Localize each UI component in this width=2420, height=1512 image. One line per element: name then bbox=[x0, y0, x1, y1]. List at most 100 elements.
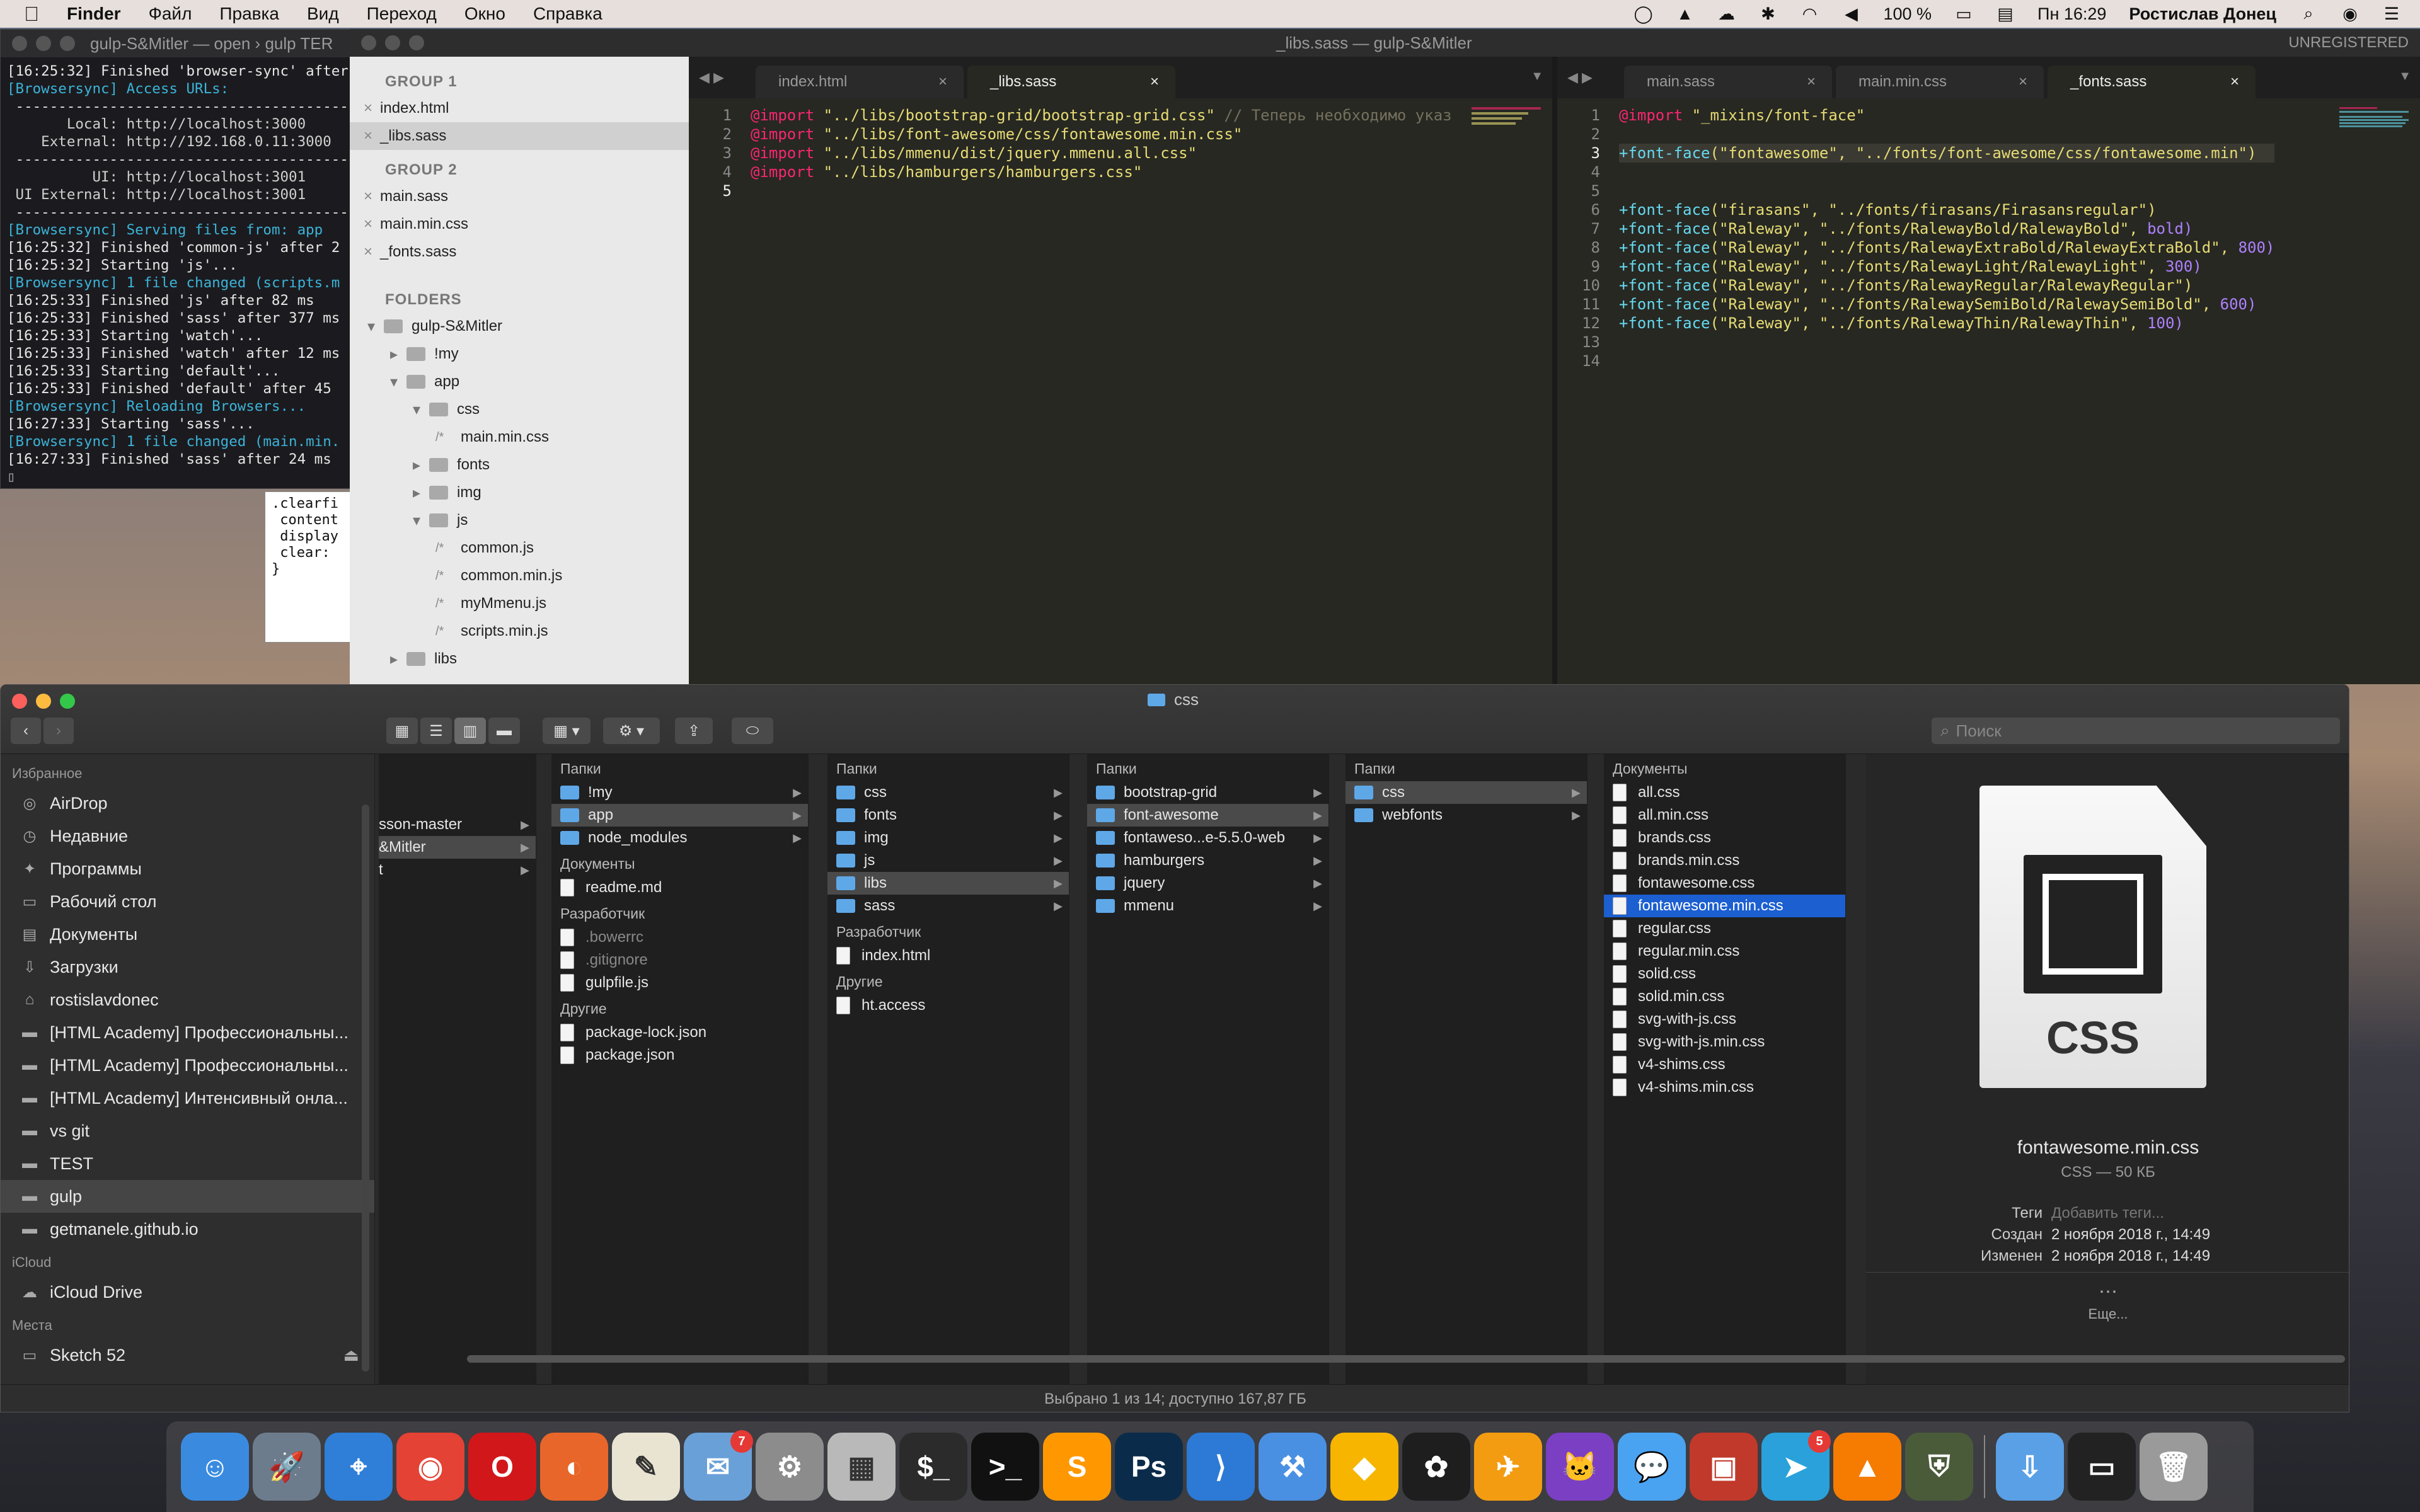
safari-icon[interactable]: ⌖ bbox=[325, 1433, 393, 1501]
file-row[interactable]: brands.min.css bbox=[1604, 849, 1845, 872]
minimize-icon[interactable] bbox=[36, 36, 51, 51]
more-icon[interactable]: ⋯ bbox=[1866, 1281, 2349, 1303]
gallery-view-button[interactable]: ▬ bbox=[488, 718, 520, 744]
trash-icon[interactable]: 🗑 bbox=[2140, 1433, 2208, 1501]
tree-folder[interactable]: ▸ !my bbox=[350, 340, 689, 368]
folder-row[interactable]: node_modules ▶ bbox=[551, 827, 808, 849]
folder-row[interactable]: css ▶ bbox=[827, 781, 1069, 804]
terminal-stack-icon[interactable]: ▭ bbox=[2068, 1433, 2136, 1501]
folder-row[interactable]: css ▶ bbox=[1345, 781, 1587, 804]
spotlight-icon[interactable]: ⌕ bbox=[2299, 4, 2318, 24]
close-icon[interactable]: × bbox=[364, 243, 372, 261]
tab-nav-arrows-icon[interactable]: ◀ ▶ bbox=[699, 69, 724, 86]
file-row[interactable]: fontawesome.min.css bbox=[1604, 895, 1845, 917]
tree-folder[interactable]: ▾ js bbox=[350, 507, 689, 534]
editor-tab[interactable]: main.sass × bbox=[1624, 66, 1832, 98]
open-file-item[interactable]: × _fonts.sass bbox=[350, 238, 689, 266]
close-icon[interactable]: × bbox=[364, 100, 372, 117]
terminal-output[interactable]: [16:25:32] Finished 'browser-sync' after… bbox=[1, 57, 384, 488]
folder-row[interactable]: libs ▶ bbox=[827, 872, 1069, 895]
sidebar-item[interactable]: ▬ gulp bbox=[1, 1180, 374, 1213]
code-area[interactable]: @import "_mixins/font-face" +font-face("f… bbox=[1608, 106, 2275, 370]
open-file-item[interactable]: × index.html bbox=[350, 94, 689, 122]
action-button[interactable]: ⚙ ▾ bbox=[603, 718, 660, 744]
tree-folder[interactable]: ▸ libs bbox=[350, 645, 689, 673]
terminal-icon[interactable]: >_ bbox=[971, 1433, 1039, 1501]
user-name[interactable]: Ростислав Донец bbox=[2129, 4, 2276, 24]
disclosure-closed-icon[interactable]: ▸ bbox=[413, 484, 429, 502]
close-icon[interactable] bbox=[361, 35, 376, 50]
menu-view[interactable]: Вид bbox=[307, 4, 339, 24]
battery-icon[interactable]: ▭ bbox=[1954, 4, 1973, 24]
file-row[interactable]: regular.css bbox=[1604, 917, 1845, 940]
file-row[interactable]: solid.min.css bbox=[1604, 985, 1845, 1008]
disclosure-open-icon[interactable]: ▾ bbox=[367, 318, 384, 336]
system-preferences-icon[interactable]: ⚙ bbox=[756, 1433, 824, 1501]
column-2[interactable]: Папки css ▶ fonts ▶ img ▶ js ▶ libs ▶ sass ▶ Разработ… bbox=[827, 754, 1069, 1384]
file-row[interactable]: .gitignore bbox=[551, 949, 808, 971]
menu-go[interactable]: Переход bbox=[367, 4, 437, 24]
sidebar-item[interactable]: ▬ [HTML Academy] Профессиональны... bbox=[1, 1016, 374, 1049]
file-row[interactable]: gulpfile.js bbox=[551, 971, 808, 994]
close-icon[interactable]: × bbox=[2230, 73, 2239, 91]
file-row[interactable]: package-lock.json bbox=[551, 1021, 808, 1044]
tree-file[interactable]: /* myMmenu.js bbox=[350, 590, 689, 617]
sketch-icon[interactable]: ◆ bbox=[1330, 1433, 1398, 1501]
pane-divider[interactable] bbox=[1552, 57, 1557, 684]
vscode-icon[interactable]: ⟩ bbox=[1187, 1433, 1255, 1501]
icon-view-button[interactable]: ▦ bbox=[386, 718, 418, 744]
input-flag-icon[interactable]: ▤ bbox=[1996, 4, 2015, 24]
editor-tab[interactable]: index.html × bbox=[756, 66, 964, 98]
tab-nav-arrows-icon[interactable]: ◀ ▶ bbox=[1567, 69, 1593, 86]
menu-help[interactable]: Справка bbox=[533, 4, 602, 24]
siri-icon[interactable]: ◉ bbox=[2341, 4, 2360, 24]
minimize-icon[interactable] bbox=[36, 694, 51, 709]
messages-icon[interactable]: 💬 bbox=[1618, 1433, 1686, 1501]
open-file-item[interactable]: × main.sass bbox=[350, 183, 689, 210]
sidebar-item[interactable]: ⌂ rostislavdonec bbox=[1, 983, 374, 1016]
chrome-icon[interactable]: ◉ bbox=[396, 1433, 464, 1501]
forward-button[interactable]: › bbox=[43, 718, 74, 744]
zoom-icon[interactable] bbox=[409, 35, 424, 50]
world-of-tanks-icon[interactable]: ⛨ bbox=[1905, 1433, 1973, 1501]
more-label[interactable]: Еще... bbox=[1866, 1306, 2349, 1322]
volume-icon[interactable]: ◀ bbox=[1841, 4, 1860, 24]
vlc-icon[interactable]: ▲ bbox=[1833, 1433, 1901, 1501]
photo-booth-icon[interactable]: ▣ bbox=[1690, 1433, 1758, 1501]
bluetooth-icon[interactable]: ✱ bbox=[1758, 4, 1777, 24]
firefox-icon[interactable]: ◐ bbox=[540, 1433, 608, 1501]
column-4[interactable]: Папки css ▶ webfonts ▶ bbox=[1345, 754, 1587, 1384]
sidebar-item[interactable]: ☁ iCloud Drive bbox=[1, 1276, 374, 1309]
tree-folder[interactable]: ▾ css bbox=[350, 396, 689, 423]
folder-row[interactable]: fontaweso...e-5.5.0-web ▶ bbox=[1087, 827, 1328, 849]
sidebar-item[interactable]: ▬ getmanele.github.io bbox=[1, 1213, 374, 1246]
file-row[interactable]: fontawesome.css bbox=[1604, 872, 1845, 895]
folder-row[interactable]: js ▶ bbox=[827, 849, 1069, 872]
tree-file[interactable]: /* common.js bbox=[350, 534, 689, 562]
menu-edit[interactable]: Правка bbox=[219, 4, 279, 24]
notes-icon[interactable]: ✎ bbox=[612, 1433, 680, 1501]
code-area[interactable]: @import "../libs/bootstrap-grid/bootstra… bbox=[739, 106, 1452, 200]
close-icon[interactable] bbox=[12, 694, 27, 709]
column-5[interactable]: Документы all.css all.min.css brands.css bra… bbox=[1604, 754, 1846, 1384]
xcode-icon[interactable]: ⚒ bbox=[1259, 1433, 1327, 1501]
opera-icon[interactable]: O bbox=[468, 1433, 536, 1501]
close-icon[interactable]: × bbox=[938, 73, 947, 91]
close-icon[interactable]: × bbox=[364, 188, 372, 205]
folder-row[interactable]: font-awesome ▶ bbox=[1087, 804, 1328, 827]
open-file-item[interactable]: × _libs.sass bbox=[350, 122, 689, 150]
tags-button[interactable]: ⬭ bbox=[732, 718, 773, 744]
list-view-button[interactable]: ☰ bbox=[420, 718, 452, 744]
sidebar-item[interactable]: ▭ Рабочий стол bbox=[1, 885, 374, 918]
file-row[interactable]: v4-shims.min.css bbox=[1604, 1076, 1845, 1099]
file-row[interactable]: package.json bbox=[551, 1044, 808, 1067]
editor-pane-right[interactable]: ◀ ▶ main.sass × main.min.css × _fonts.sass × ▼… bbox=[1557, 57, 2420, 684]
column-0[interactable]: sson-master ▶ &Mitler ▶ t ▶ bbox=[379, 754, 536, 1384]
sublime-text-icon[interactable]: S bbox=[1043, 1433, 1111, 1501]
mail-stamp-icon[interactable]: ✉ 7 bbox=[684, 1430, 753, 1501]
file-row[interactable]: solid.css bbox=[1604, 963, 1845, 985]
open-file-item[interactable]: × main.min.css bbox=[350, 210, 689, 238]
file-row[interactable]: svg-with-js.css bbox=[1604, 1008, 1845, 1031]
file-row[interactable]: all.css bbox=[1604, 781, 1845, 804]
sidebar-item[interactable]: ✦ Программы bbox=[1, 852, 374, 885]
